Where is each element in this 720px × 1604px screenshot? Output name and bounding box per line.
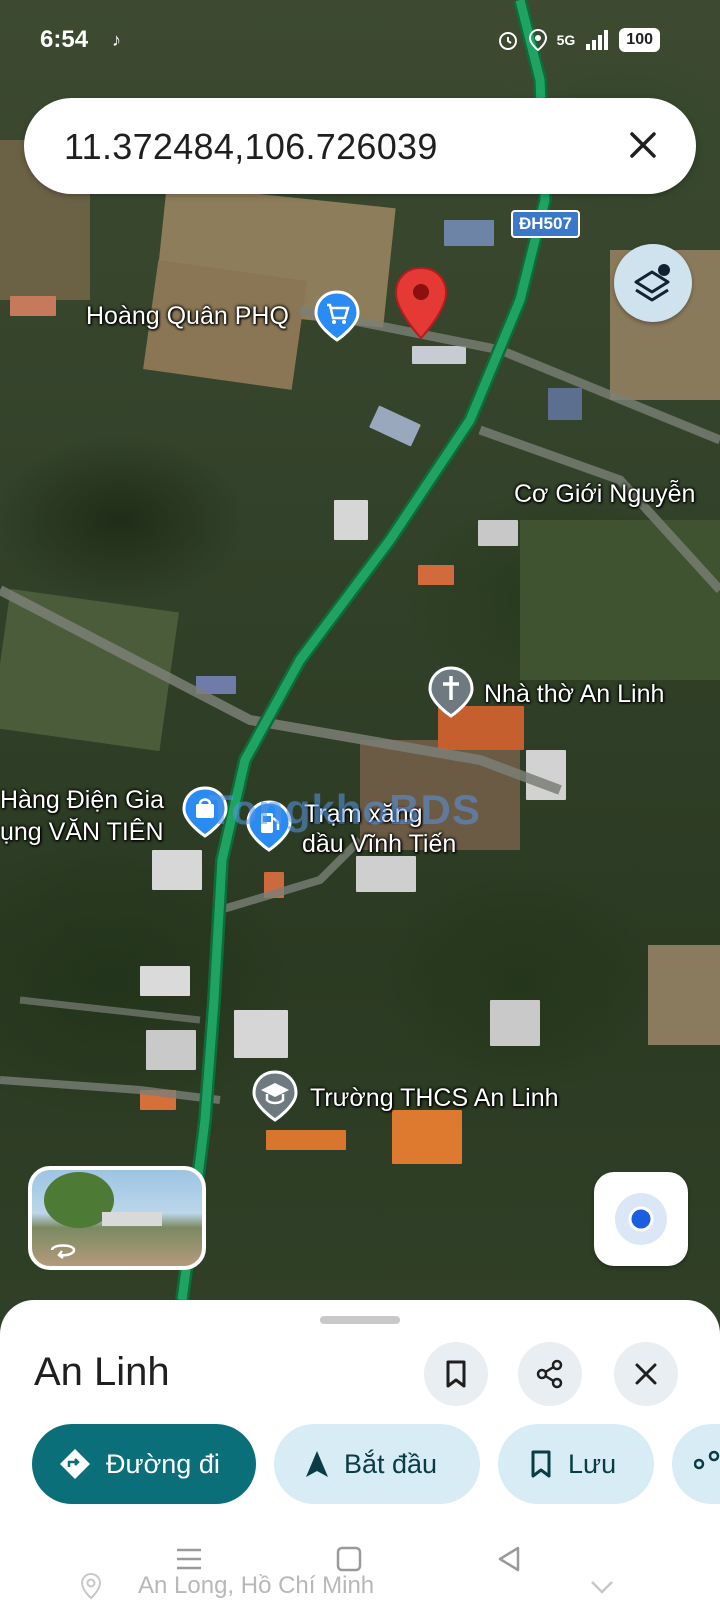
save-bookmark-button[interactable] <box>424 1342 488 1406</box>
status-bar: 6:54 ♪ 5G 100 <box>0 0 720 84</box>
layers-button[interactable] <box>614 244 692 322</box>
poi-label-truong[interactable]: Trường THCS An Linh <box>310 1084 559 1113</box>
directions-icon <box>60 1449 90 1479</box>
start-navigation-button[interactable]: Bắt đầu <box>274 1424 480 1504</box>
school-icon[interactable] <box>252 1070 298 1122</box>
signal-icon <box>586 30 609 50</box>
share-icon <box>536 1359 563 1389</box>
poi-label-hang-dien-1[interactable]: Hàng Điện Gia <box>0 786 164 815</box>
share-chip-button[interactable] <box>672 1424 720 1504</box>
home-square-icon[interactable] <box>334 1544 364 1574</box>
directions-button[interactable]: Đường đi <box>32 1424 256 1504</box>
save-button[interactable]: Lưu <box>498 1424 654 1504</box>
location-icon <box>528 29 547 51</box>
battery-icon: 100 <box>619 28 660 52</box>
save-label: Lưu <box>568 1448 617 1479</box>
tiktok-icon: ♪ <box>112 30 121 50</box>
sheet-drag-handle[interactable] <box>320 1316 400 1324</box>
rotate-360-icon <box>50 1244 76 1259</box>
church-icon[interactable] <box>428 666 474 718</box>
street-view-thumbnail[interactable] <box>28 1166 206 1270</box>
search-input[interactable]: 11.372484,106.726039 <box>64 126 438 168</box>
my-location-icon <box>615 1193 667 1245</box>
system-nav-bar <box>0 1530 720 1604</box>
share-button[interactable] <box>518 1342 582 1406</box>
start-label: Bắt đầu <box>344 1448 438 1479</box>
place-title: An Linh <box>34 1350 170 1394</box>
close-icon <box>635 1363 657 1385</box>
close-icon[interactable] <box>620 122 666 168</box>
directions-label: Đường đi <box>106 1448 220 1479</box>
poi-label-co-gioi[interactable]: Cơ Giới Nguyễn <box>514 480 695 509</box>
alarm-icon <box>498 32 517 50</box>
poi-label-tram-xang-2[interactable]: dầu Vĩnh Tiến <box>302 830 456 859</box>
status-icons: 5G 100 <box>497 28 660 52</box>
my-location-button[interactable] <box>594 1172 688 1266</box>
location-pin-icon[interactable] <box>394 266 448 340</box>
poi-label-nha-tho[interactable]: Nhà thờ An Linh <box>484 680 664 709</box>
road-number-badge: ĐH507 <box>511 210 580 238</box>
poi-label-hoang-quan[interactable]: Hoàng Quân PHQ <box>86 302 289 331</box>
close-sheet-button[interactable] <box>614 1342 678 1406</box>
search-bar[interactable]: 11.372484,106.726039 <box>24 98 696 194</box>
network-type: 5G <box>556 32 576 48</box>
shed-image <box>102 1212 162 1226</box>
menu-icon[interactable] <box>174 1544 204 1574</box>
shopping-cart-icon[interactable] <box>314 290 360 342</box>
status-time: 6:54 <box>40 26 89 53</box>
share-icon <box>694 1450 720 1470</box>
bookmark-icon <box>531 1450 551 1478</box>
back-triangle-icon[interactable] <box>494 1544 524 1574</box>
poi-label-hang-dien-2[interactable]: ụng VĂN TIÊN <box>0 818 164 847</box>
layers-icon <box>634 264 670 302</box>
bookmark-icon <box>446 1360 466 1388</box>
watermark: TongkhoBDS <box>208 786 481 833</box>
navigation-arrow-icon <box>306 1451 328 1477</box>
